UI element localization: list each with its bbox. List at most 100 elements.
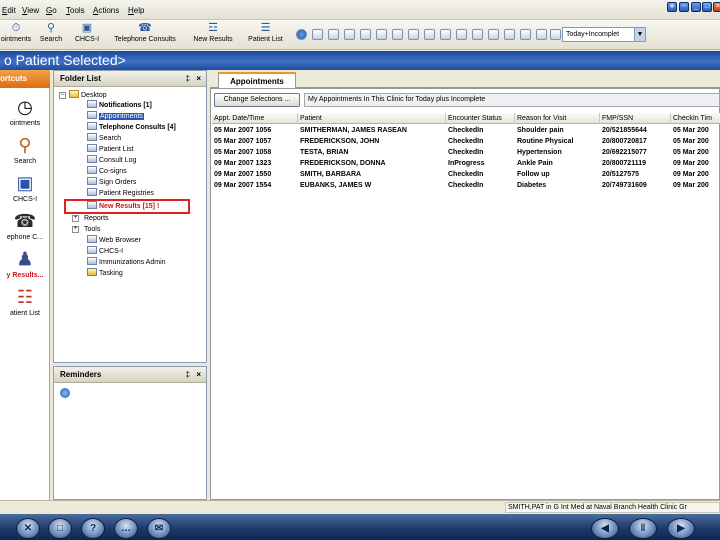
table-row[interactable]: 05 Mar 2007 1057 FREDERICKSON, JOHN Chec… <box>212 136 720 147</box>
tree-patient-registries[interactable]: Patient Registries <box>87 188 154 199</box>
menu-go[interactable]: Go <box>46 6 57 15</box>
previous-button[interactable]: ◀ <box>591 518 619 539</box>
menu-button[interactable]: □ <box>48 518 72 539</box>
table-cell: 09 Mar 2007 1550 <box>214 171 272 178</box>
tree-sign-orders[interactable]: Sign Orders <box>87 177 136 188</box>
chart-icon[interactable] <box>408 29 419 40</box>
menu-help[interactable]: Help <box>128 6 144 15</box>
table-row[interactable]: 09 Mar 2007 1554 EUBANKS, JAMES W Checke… <box>212 180 720 191</box>
table-row[interactable]: 09 Mar 2007 1323 FREDERICKSON, DONNA InP… <box>212 158 720 169</box>
menu-actions[interactable]: Actions <box>93 6 119 15</box>
expand-icon[interactable]: + <box>72 215 79 222</box>
toolbar-patient-list-button[interactable]: ☰ Patient List <box>243 22 288 48</box>
column-header[interactable]: Encounter Status <box>446 113 515 124</box>
table-row[interactable]: 05 Mar 2007 1058 TESTA, BRIAN CheckedIn … <box>212 147 720 158</box>
column-header[interactable]: Patient <box>298 113 446 124</box>
toolbar-telephone-consults-button[interactable]: ☎ Telephone Consults <box>108 22 182 48</box>
toolbar-appointments-button[interactable]: ⏱ ointments <box>0 22 32 48</box>
shortcut-patient-list[interactable]: ☷ atient List <box>0 285 50 317</box>
globe-icon <box>87 235 97 243</box>
email-button[interactable]: ✉ <box>147 518 171 539</box>
tree-patient-list[interactable]: Patient List <box>87 144 134 155</box>
pin-icon[interactable]: ‡ <box>186 367 190 383</box>
column-header[interactable]: CheckIn Tim <box>671 113 720 124</box>
preview-icon[interactable] <box>360 29 371 40</box>
shortcut-search[interactable]: ⚲ Search <box>0 133 50 165</box>
tree-tasking[interactable]: Tasking <box>87 268 123 279</box>
scissors-icon[interactable] <box>440 29 451 40</box>
tree-telephone-consults[interactable]: Telephone Consults [4] <box>87 122 176 133</box>
tab-appointments[interactable]: Appointments <box>218 72 296 89</box>
paste-icon[interactable] <box>392 29 403 40</box>
dock-icon[interactable]: ∗ <box>667 2 677 12</box>
tree-search[interactable]: Search <box>87 133 121 144</box>
table-cell: Ankle Pain <box>517 160 553 167</box>
grid-icon[interactable] <box>536 29 547 40</box>
minimize-icon[interactable]: _ <box>691 2 701 12</box>
menu-tools[interactable]: Tools <box>66 6 85 15</box>
checklist-icon[interactable] <box>456 29 467 40</box>
toolbar-chcs-button[interactable]: ▣ CHCS-I <box>70 22 104 48</box>
expand-icon[interactable]: + <box>72 226 79 233</box>
menu-view[interactable]: View <box>22 6 39 15</box>
help-button[interactable]: ? <box>81 518 105 539</box>
search-icon <box>87 133 97 141</box>
table-row[interactable]: 05 Mar 2007 1056 SMITHERMAN, JAMES RASEA… <box>212 125 720 136</box>
collapse-icon[interactable]: − <box>59 92 66 99</box>
toolbar-new-results-button[interactable]: ☲ New Results <box>188 22 238 48</box>
calendar-grid-icon[interactable] <box>424 29 435 40</box>
tree-co-signs[interactable]: Co-signs <box>87 166 127 177</box>
toolbar-search-button[interactable]: ⚲ Search <box>36 22 66 48</box>
close-icon[interactable]: × <box>713 2 720 12</box>
toolbar-patient-list-label: Patient List <box>248 36 283 43</box>
document-icon[interactable] <box>328 29 339 40</box>
undo-icon[interactable] <box>488 29 499 40</box>
refresh-icon[interactable] <box>296 29 307 40</box>
toolbar-chcs-label: CHCS-I <box>74 36 100 43</box>
shortcut-new-results[interactable]: ♟ y Results... <box>0 247 50 279</box>
pencil-icon[interactable] <box>504 29 515 40</box>
tree-notifications[interactable]: Notifications [1] <box>87 100 152 111</box>
comment-button[interactable]: … <box>114 518 138 539</box>
column-header[interactable]: FMP/SSN <box>600 113 671 124</box>
tree-chcs[interactable]: CHCS-I <box>87 246 123 257</box>
shortcut-chcs[interactable]: ▣ CHCS-I <box>0 171 50 203</box>
pin-icon[interactable]: ‡ <box>186 71 190 87</box>
reminder-refresh-icon[interactable] <box>60 388 70 398</box>
exit-button[interactable]: ✕ <box>16 518 40 539</box>
tree-consult-log[interactable]: Consult Log <box>87 155 136 166</box>
close-icon[interactable]: × <box>196 71 201 87</box>
table-cell: CheckedIn <box>448 138 484 145</box>
close-icon[interactable]: × <box>196 367 201 383</box>
table-cell: 20/800720817 <box>602 138 647 145</box>
menu-edit[interactable]: Edit <box>2 6 16 15</box>
table-cell: CheckedIn <box>448 182 484 189</box>
tree-immunizations-admin[interactable]: Immunizations Admin <box>87 257 166 268</box>
table-cell: 09 Mar 2007 1323 <box>214 160 272 167</box>
clock-icon: ◷ <box>17 97 33 117</box>
column-header[interactable]: Reason for Visit <box>515 113 600 124</box>
change-selections-button[interactable]: Change Selections ... <box>214 93 300 107</box>
chevron-down-icon[interactable]: ▼ <box>634 28 645 41</box>
restore-icon[interactable]: □ <box>702 2 712 12</box>
next-button[interactable]: ▶ <box>667 518 695 539</box>
tree-web-browser[interactable]: Web Browser <box>87 235 141 246</box>
notification-icon <box>87 100 97 108</box>
tile-icon[interactable]: − <box>679 2 689 12</box>
copy-icon[interactable] <box>376 29 387 40</box>
check-icon[interactable] <box>520 29 531 40</box>
shortcut-chcs-label: CHCS-I <box>12 196 38 203</box>
shortcut-telephone-consults[interactable]: ☎ ephone C... <box>0 209 50 241</box>
table-cell: 05 Mar 2007 1057 <box>214 138 272 145</box>
table-row[interactable]: 09 Mar 2007 1550 SMITH, BARBARA CheckedI… <box>212 169 720 180</box>
column-header[interactable]: Appt. Date/Time <box>212 113 298 124</box>
save-icon[interactable] <box>472 29 483 40</box>
magnifier-icon: ⚲ <box>18 135 32 155</box>
new-note-icon[interactable] <box>312 29 323 40</box>
tree-tools[interactable]: Tools <box>84 224 100 235</box>
pause-button[interactable]: ‖ <box>629 518 657 539</box>
print-icon[interactable] <box>344 29 355 40</box>
tree-appointments[interactable]: Appointments <box>87 111 144 122</box>
tree-reports[interactable]: Reports <box>84 213 109 224</box>
shortcut-appointments[interactable]: ◷ ointments <box>0 95 50 127</box>
